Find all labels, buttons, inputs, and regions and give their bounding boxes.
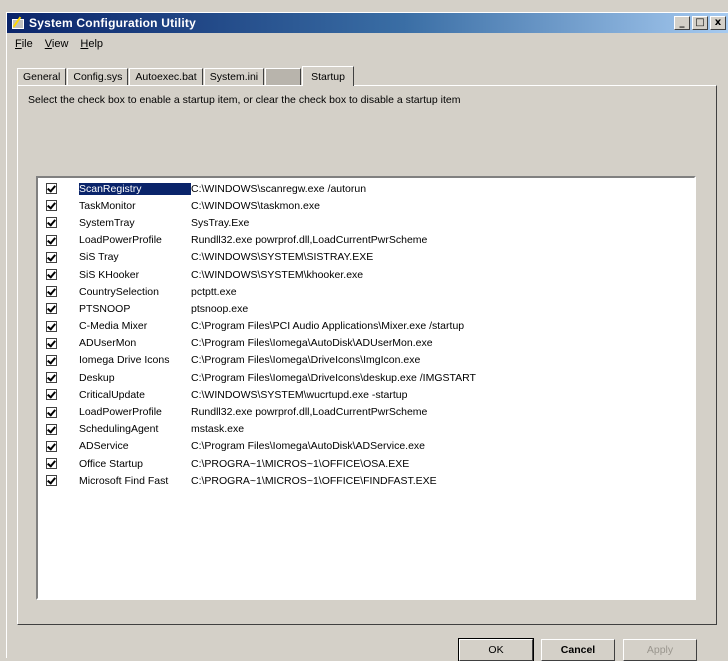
startup-item-command: C:\WINDOWS\SYSTEM\khooker.exe — [191, 268, 364, 281]
list-item[interactable]: Microsoft Find Fast C:\PROGRA~1\MICROS~1\… — [46, 472, 694, 489]
startup-item-command: C:\WINDOWS\scanregw.exe /autorun — [191, 182, 367, 195]
menu-help[interactable]: Help — [74, 38, 109, 50]
title-bar[interactable]: System Configuration Utility _ □ x — [7, 13, 728, 33]
startup-item-command: SysTray.Exe — [191, 216, 250, 229]
startup-item-name: Deskup — [79, 371, 115, 384]
list-item[interactable]: LoadPowerProfile Rundll32.exe powrprof.dl… — [46, 403, 694, 420]
instruction-text: Select the check box to enable a startup… — [28, 94, 461, 106]
startup-checkbox[interactable] — [46, 286, 57, 298]
startup-item-name: LoadPowerProfile — [79, 234, 162, 247]
tab-startup[interactable]: Startup — [302, 66, 354, 86]
startup-checkbox[interactable] — [46, 200, 57, 212]
startup-item-command: C:\Program Files\Iomega\DriveIcons\ImgIc… — [191, 354, 421, 367]
startup-list-items: ScanRegistry C:\WINDOWS\scanregw.exe /aut… — [46, 180, 694, 489]
startup-checkbox[interactable] — [46, 183, 57, 195]
startup-item-name: PTSNOOP — [79, 302, 131, 315]
window-title: System Configuration Utility — [29, 16, 196, 30]
list-item[interactable]: ADUserMon C:\Program Files\Iomega\AutoDis… — [46, 335, 694, 352]
list-item[interactable]: PTSNOOP ptsnoop.exe — [46, 300, 694, 317]
startup-checkbox[interactable] — [46, 320, 57, 332]
startup-item-name: SiS Tray — [79, 251, 119, 264]
startup-item-command: C:\WINDOWS\taskmon.exe — [191, 199, 320, 212]
startup-item-command: ptsnoop.exe — [191, 302, 249, 315]
startup-item-name: C-Media Mixer — [79, 320, 148, 333]
list-item[interactable]: SchedulingAgent mstask.exe — [46, 421, 694, 438]
startup-item-command: Rundll32.exe powrprof.dll,LoadCurrentPwr… — [191, 234, 428, 247]
startup-checkbox[interactable] — [46, 303, 57, 315]
startup-item-name: SchedulingAgent — [79, 423, 159, 436]
maximize-icon[interactable]: □ — [692, 16, 708, 30]
startup-checkbox[interactable] — [46, 458, 57, 470]
list-item[interactable]: LoadPowerProfile Rundll32.exe powrprof.dl… — [46, 232, 694, 249]
menu-bar: File View Help — [9, 35, 109, 53]
startup-checkbox[interactable] — [46, 234, 57, 246]
list-item[interactable]: CountrySelection pctptt.exe — [46, 283, 694, 300]
startup-item-name: Iomega Drive Icons — [79, 354, 170, 367]
startup-item-name: Office Startup — [79, 457, 144, 470]
startup-item-name: SystemTray — [79, 216, 135, 229]
tab-config-sys[interactable]: Config.sys — [67, 68, 129, 85]
app-icon — [11, 16, 25, 30]
list-item[interactable]: SiS KHooker C:\WINDOWS\SYSTEM\khooker.exe — [46, 266, 694, 283]
tab-general[interactable]: General — [17, 68, 67, 85]
close-icon[interactable]: x — [710, 16, 726, 30]
window-controls: _ □ x — [674, 16, 726, 30]
startup-item-command: pctptt.exe — [191, 285, 237, 298]
menu-view[interactable]: View — [39, 38, 75, 50]
list-item[interactable]: ADService C:\Program Files\Iomega\AutoDis… — [46, 438, 694, 455]
tab-autoexec-bat[interactable]: Autoexec.bat — [129, 68, 203, 85]
startup-checkbox[interactable] — [46, 423, 57, 435]
list-item[interactable]: Office Startup C:\PROGRA~1\MICROS~1\OFFIC… — [46, 455, 694, 472]
startup-item-command: mstask.exe — [191, 423, 245, 436]
startup-item-name: SiS KHooker — [79, 268, 140, 281]
startup-checkbox[interactable] — [46, 269, 57, 281]
menu-file[interactable]: File — [9, 38, 39, 50]
startup-item-name: ScanRegistry — [79, 182, 191, 195]
startup-item-command: C:\Program Files\Iomega\AutoDisk\ADServi… — [191, 440, 425, 453]
startup-checkbox[interactable] — [46, 337, 57, 349]
list-item[interactable]: SystemTray SysTray.Exe — [46, 214, 694, 231]
startup-item-command: C:\PROGRA~1\MICROS~1\OFFICE\OSA.EXE — [191, 457, 410, 470]
startup-item-command: C:\Program Files\Iomega\AutoDisk\ADUserM… — [191, 337, 433, 350]
list-item[interactable]: Iomega Drive Icons C:\Program Files\Iomeg… — [46, 352, 694, 369]
list-item[interactable]: CriticalUpdate C:\WINDOWS\SYSTEM\wucrtupd… — [46, 386, 694, 403]
startup-item-command: C:\Program Files\PCI Audio Applications\… — [191, 320, 465, 333]
startup-list[interactable]: ScanRegistry C:\WINDOWS\scanregw.exe /aut… — [36, 176, 696, 600]
startup-item-name: CountrySelection — [79, 285, 159, 298]
tab-strip: General Config.sys Autoexec.bat System.i… — [17, 65, 355, 86]
startup-item-name: ADService — [79, 440, 129, 453]
startup-item-command: C:\PROGRA~1\MICROS~1\OFFICE\FINDFAST.EXE — [191, 474, 437, 487]
startup-checkbox[interactable] — [46, 406, 57, 418]
startup-item-command: C:\WINDOWS\SYSTEM\SISTRAY.EXE — [191, 251, 374, 264]
startup-checkbox[interactable] — [46, 475, 57, 487]
system-configuration-window: System Configuration Utility _ □ x File … — [6, 12, 728, 661]
startup-item-name: ADUserMon — [79, 337, 137, 350]
startup-item-name: LoadPowerProfile — [79, 406, 162, 419]
startup-checkbox[interactable] — [46, 389, 57, 401]
startup-checkbox[interactable] — [46, 440, 57, 452]
startup-item-command: C:\Program Files\Iomega\DriveIcons\desku… — [191, 371, 476, 384]
startup-checkbox[interactable] — [46, 354, 57, 366]
list-item[interactable]: SiS Tray C:\WINDOWS\SYSTEM\SISTRAY.EXE — [46, 249, 694, 266]
list-item[interactable]: Deskup C:\Program Files\Iomega\DriveIcons… — [46, 369, 694, 386]
startup-item-name: Microsoft Find Fast — [79, 474, 169, 487]
minimize-icon[interactable]: _ — [674, 16, 690, 30]
tab-obscured[interactable] — [265, 68, 302, 85]
startup-checkbox[interactable] — [46, 251, 57, 263]
list-item[interactable]: C-Media Mixer C:\Program Files\PCI Audio … — [46, 318, 694, 335]
startup-checkbox[interactable] — [46, 372, 57, 384]
startup-item-command: C:\WINDOWS\SYSTEM\wucrtupd.exe -startup — [191, 388, 408, 401]
startup-panel: Select the check box to enable a startup… — [17, 85, 717, 625]
startup-item-command: Rundll32.exe powrprof.dll,LoadCurrentPwr… — [191, 406, 428, 419]
startup-checkbox[interactable] — [46, 217, 57, 229]
list-item[interactable]: TaskMonitor C:\WINDOWS\taskmon.exe — [46, 197, 694, 214]
startup-item-name: CriticalUpdate — [79, 388, 145, 401]
startup-item-name: TaskMonitor — [79, 199, 136, 212]
tab-system-ini[interactable]: System.ini — [203, 68, 265, 85]
list-item[interactable]: ScanRegistry C:\WINDOWS\scanregw.exe /aut… — [46, 180, 694, 197]
